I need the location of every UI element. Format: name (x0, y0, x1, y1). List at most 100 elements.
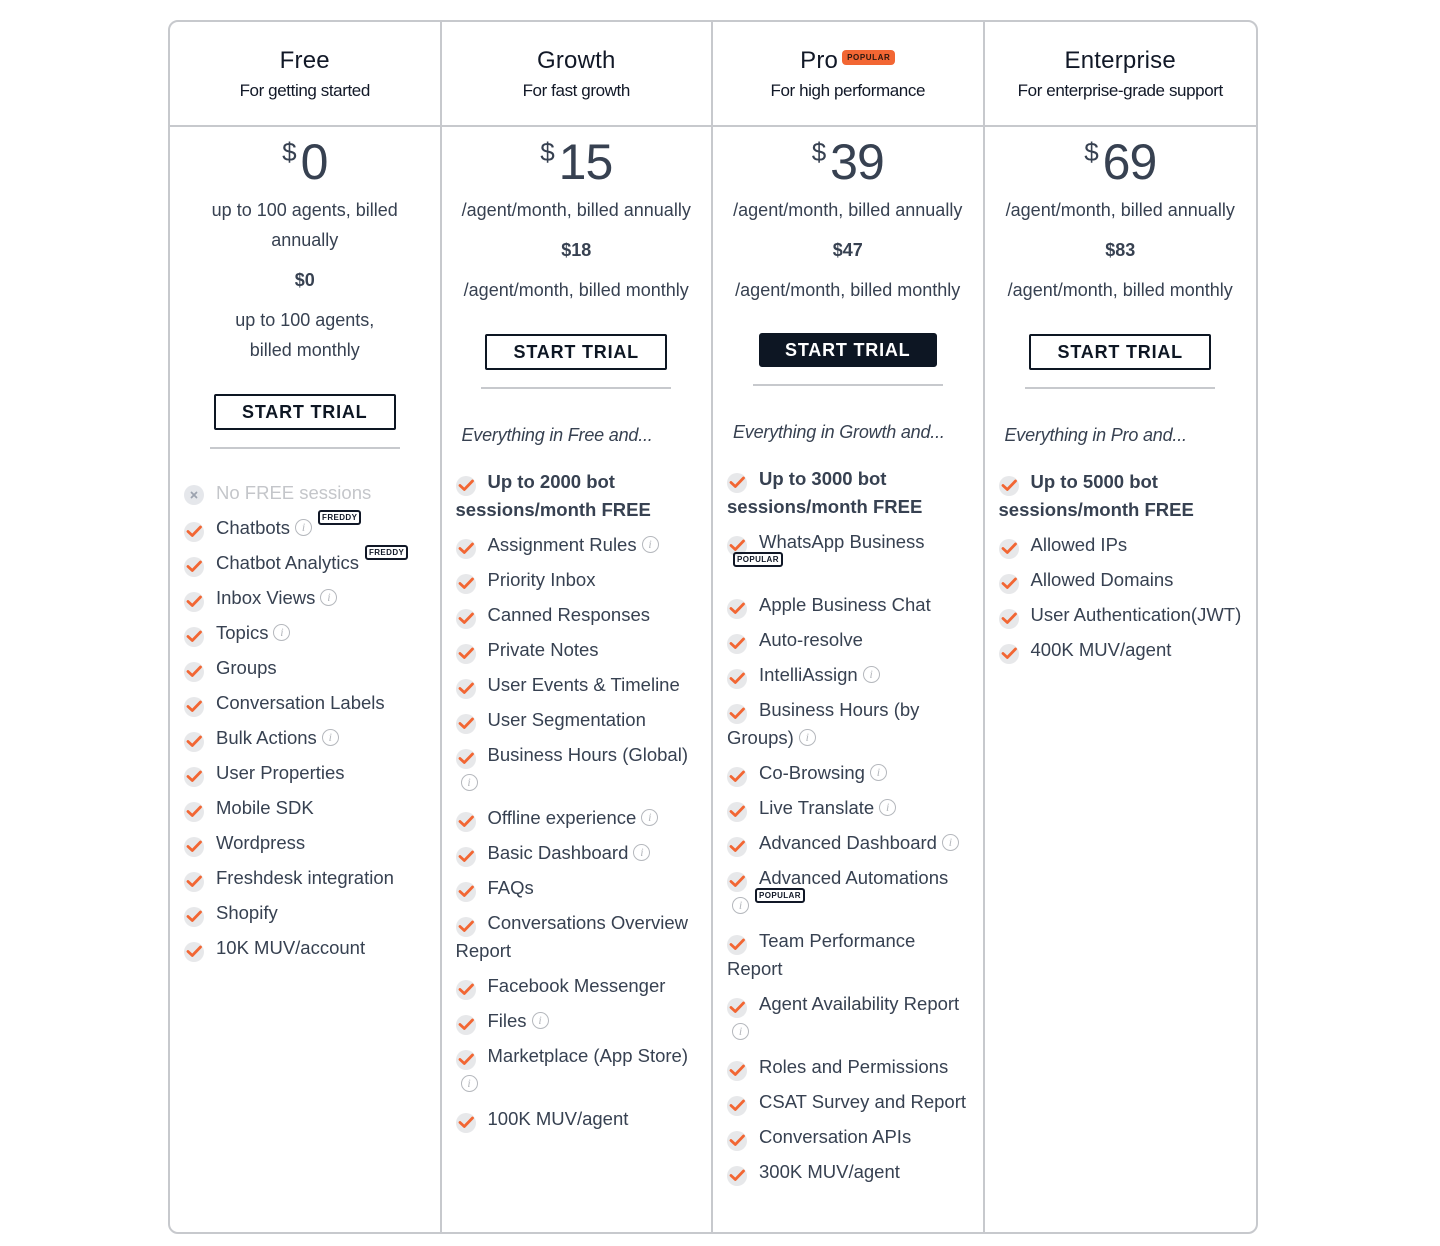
feature-label: Assignment Rules (487, 534, 637, 555)
feature-label: Chatbots (216, 517, 291, 538)
price-monthly-note: /agent/month, billed monthly (463, 280, 689, 300)
feature-label: 300K MUV/agent (759, 1161, 900, 1182)
info-icon[interactable]: i (941, 833, 959, 851)
info-icon[interactable]: i (869, 763, 887, 781)
plan-header: Free For getting started (170, 22, 440, 127)
feature-item: Inbox Views i (184, 584, 426, 612)
start-trial-button[interactable]: START TRIAL (485, 334, 668, 370)
check-icon (184, 592, 204, 612)
feature-label: IntelliAssign (759, 664, 858, 685)
check-icon (455, 980, 476, 1000)
feature-item: Bulk Actions i (184, 724, 426, 752)
feature-label: Inbox Views (216, 587, 316, 608)
feature-label: 400K MUV/agent (1030, 639, 1172, 660)
info-icon[interactable]: i (633, 843, 651, 861)
cross-icon (184, 485, 204, 505)
plan-name: Pro POPULAR (800, 47, 896, 75)
price-monthly-note: up to 100 agents, billed monthly (235, 310, 375, 360)
plan-column-enterprise: Enterprise For enterprise-grade support … (984, 22, 1256, 1232)
info-icon[interactable]: i (320, 588, 338, 606)
divider (481, 387, 672, 389)
start-trial-button[interactable]: START TRIAL (213, 394, 396, 430)
check-icon (455, 812, 476, 832)
price-monthly: $47 (832, 240, 863, 260)
plan-name: Free (280, 47, 330, 75)
plan-intro: Everything in Growth and... (733, 422, 945, 442)
price-block: $ 39 /agent/month, billed annually $47 /… (713, 127, 983, 305)
feature-label: Live Translate (759, 797, 875, 818)
info-icon[interactable]: i (798, 728, 816, 746)
feature-label: Basic Dashboard (487, 842, 629, 863)
feature-label: Bulk Actions (216, 727, 317, 748)
plan-name-text: Free (279, 47, 330, 74)
info-icon[interactable]: i (273, 623, 291, 641)
plan-intro: Everything in Pro and... (1004, 425, 1188, 445)
start-trial-button[interactable]: START TRIAL (1029, 334, 1212, 370)
feature-label: Conversation APIs (759, 1126, 912, 1147)
feature-list: No FREE sessions Chatbots iFREDDY Chatbot A… (170, 479, 440, 962)
plan-header: Pro POPULAR For high performance (713, 22, 983, 127)
feature-label: Conversations Overview Report (455, 912, 689, 961)
feature-item: Freshdesk integration (184, 864, 426, 892)
check-icon (455, 609, 476, 629)
feature-item: Business Hours (Global) i (455, 741, 698, 797)
info-icon[interactable]: i (531, 1011, 549, 1029)
check-icon (184, 697, 204, 717)
check-icon (998, 574, 1019, 594)
feature-label: User Segmentation (487, 709, 646, 730)
feature-item: Apple Business Chat (727, 591, 969, 619)
start-trial-button[interactable]: START TRIAL (758, 333, 937, 367)
plan-column-growth: Growth For fast growth $ 15 /agent/month… (441, 22, 713, 1232)
info-icon[interactable]: i (641, 808, 659, 826)
check-icon (184, 907, 204, 927)
check-icon (184, 872, 204, 892)
feature-item: FAQs (455, 874, 698, 902)
check-icon (727, 802, 747, 822)
check-icon (727, 473, 747, 493)
price-monthly: $83 (1105, 240, 1136, 260)
feature-label: User Properties (216, 762, 345, 783)
feature-label: Facebook Messenger (487, 975, 666, 996)
plan-column-pro: Pro POPULAR For high performance $ 39 /a… (713, 22, 985, 1232)
check-icon (455, 847, 476, 867)
info-icon[interactable]: i (879, 798, 897, 816)
feature-item: Private Notes (455, 636, 698, 664)
info-icon[interactable]: i (295, 518, 313, 536)
price-annual-note: /agent/month, billed annually (1005, 200, 1235, 220)
info-icon[interactable]: i (732, 896, 749, 914)
plan-tagline: For fast growth (522, 81, 631, 100)
check-icon (727, 704, 747, 724)
price-monthly-note: /agent/month, billed monthly (735, 280, 961, 300)
feature-item: CSAT Survey and Report (727, 1088, 969, 1116)
feature-label: Wordpress (216, 832, 306, 853)
info-icon[interactable]: i (641, 535, 659, 553)
feature-label: Conversation Labels (216, 692, 385, 713)
feature-item: IntelliAssign i (727, 661, 969, 689)
price-amount: 15 (558, 134, 614, 190)
feature-item: Topics i (184, 619, 426, 647)
info-icon[interactable]: i (321, 728, 339, 746)
check-icon (455, 644, 476, 664)
info-icon[interactable]: i (460, 1074, 478, 1092)
feature-item: Shopify (184, 899, 426, 927)
info-icon[interactable]: i (862, 665, 880, 683)
check-icon (184, 802, 204, 822)
feature-label: Offline experience (487, 807, 637, 828)
divider (752, 384, 943, 386)
feature-label: User Events & Timeline (487, 674, 680, 695)
feature-item: Allowed IPs (998, 531, 1243, 559)
check-icon (184, 767, 204, 787)
feature-label: CSAT Survey and Report (759, 1091, 967, 1112)
check-icon (998, 476, 1019, 496)
info-icon[interactable]: i (460, 773, 478, 791)
feature-label: Team Performance Report (727, 930, 916, 979)
feature-label: Mobile SDK (216, 797, 314, 818)
check-icon (184, 522, 204, 542)
info-icon[interactable]: i (732, 1022, 749, 1040)
feature-label: Allowed IPs (1030, 534, 1128, 555)
check-icon (455, 476, 476, 496)
feature-label: Agent Availability Report (759, 993, 960, 1014)
feature-item: Mobile SDK (184, 794, 426, 822)
feature-label: Marketplace (App Store) (487, 1045, 689, 1066)
feature-item: Priority Inbox (455, 566, 698, 594)
